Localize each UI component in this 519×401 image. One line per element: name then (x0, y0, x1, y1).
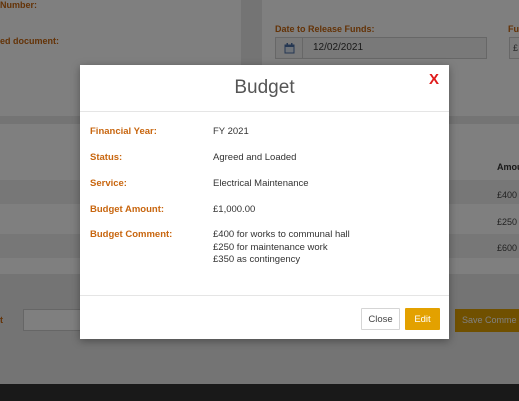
comment-line: £250 for maintenance work (213, 241, 328, 253)
close-icon[interactable]: X (429, 71, 439, 88)
status-label: Status: (90, 152, 123, 163)
service-value: Electrical Maintenance (213, 178, 309, 189)
budget-amount-label: Budget Amount: (90, 204, 165, 215)
edit-button[interactable]: Edit (405, 308, 440, 330)
financial-year-label: Financial Year: (90, 126, 157, 137)
close-button[interactable]: Close (361, 308, 400, 330)
budget-comment-label: Budget Comment: (90, 229, 173, 240)
service-label: Service: (90, 178, 127, 189)
modal-footer: Close Edit (80, 295, 449, 340)
budget-modal: Budget X Financial Year: FY 2021 Status:… (80, 65, 449, 339)
budget-comment-value: £400 for works to communal hall £250 for… (213, 229, 350, 267)
budget-amount-value: £1,000.00 (213, 204, 256, 215)
modal-header: Budget X (80, 65, 449, 112)
modal-title: Budget (234, 77, 295, 98)
comment-line: £400 for works to communal hall (213, 229, 350, 240)
status-value: Agreed and Loaded (213, 152, 297, 163)
financial-year-value: FY 2021 (213, 126, 249, 137)
comment-line: £350 as contingency (213, 254, 301, 265)
